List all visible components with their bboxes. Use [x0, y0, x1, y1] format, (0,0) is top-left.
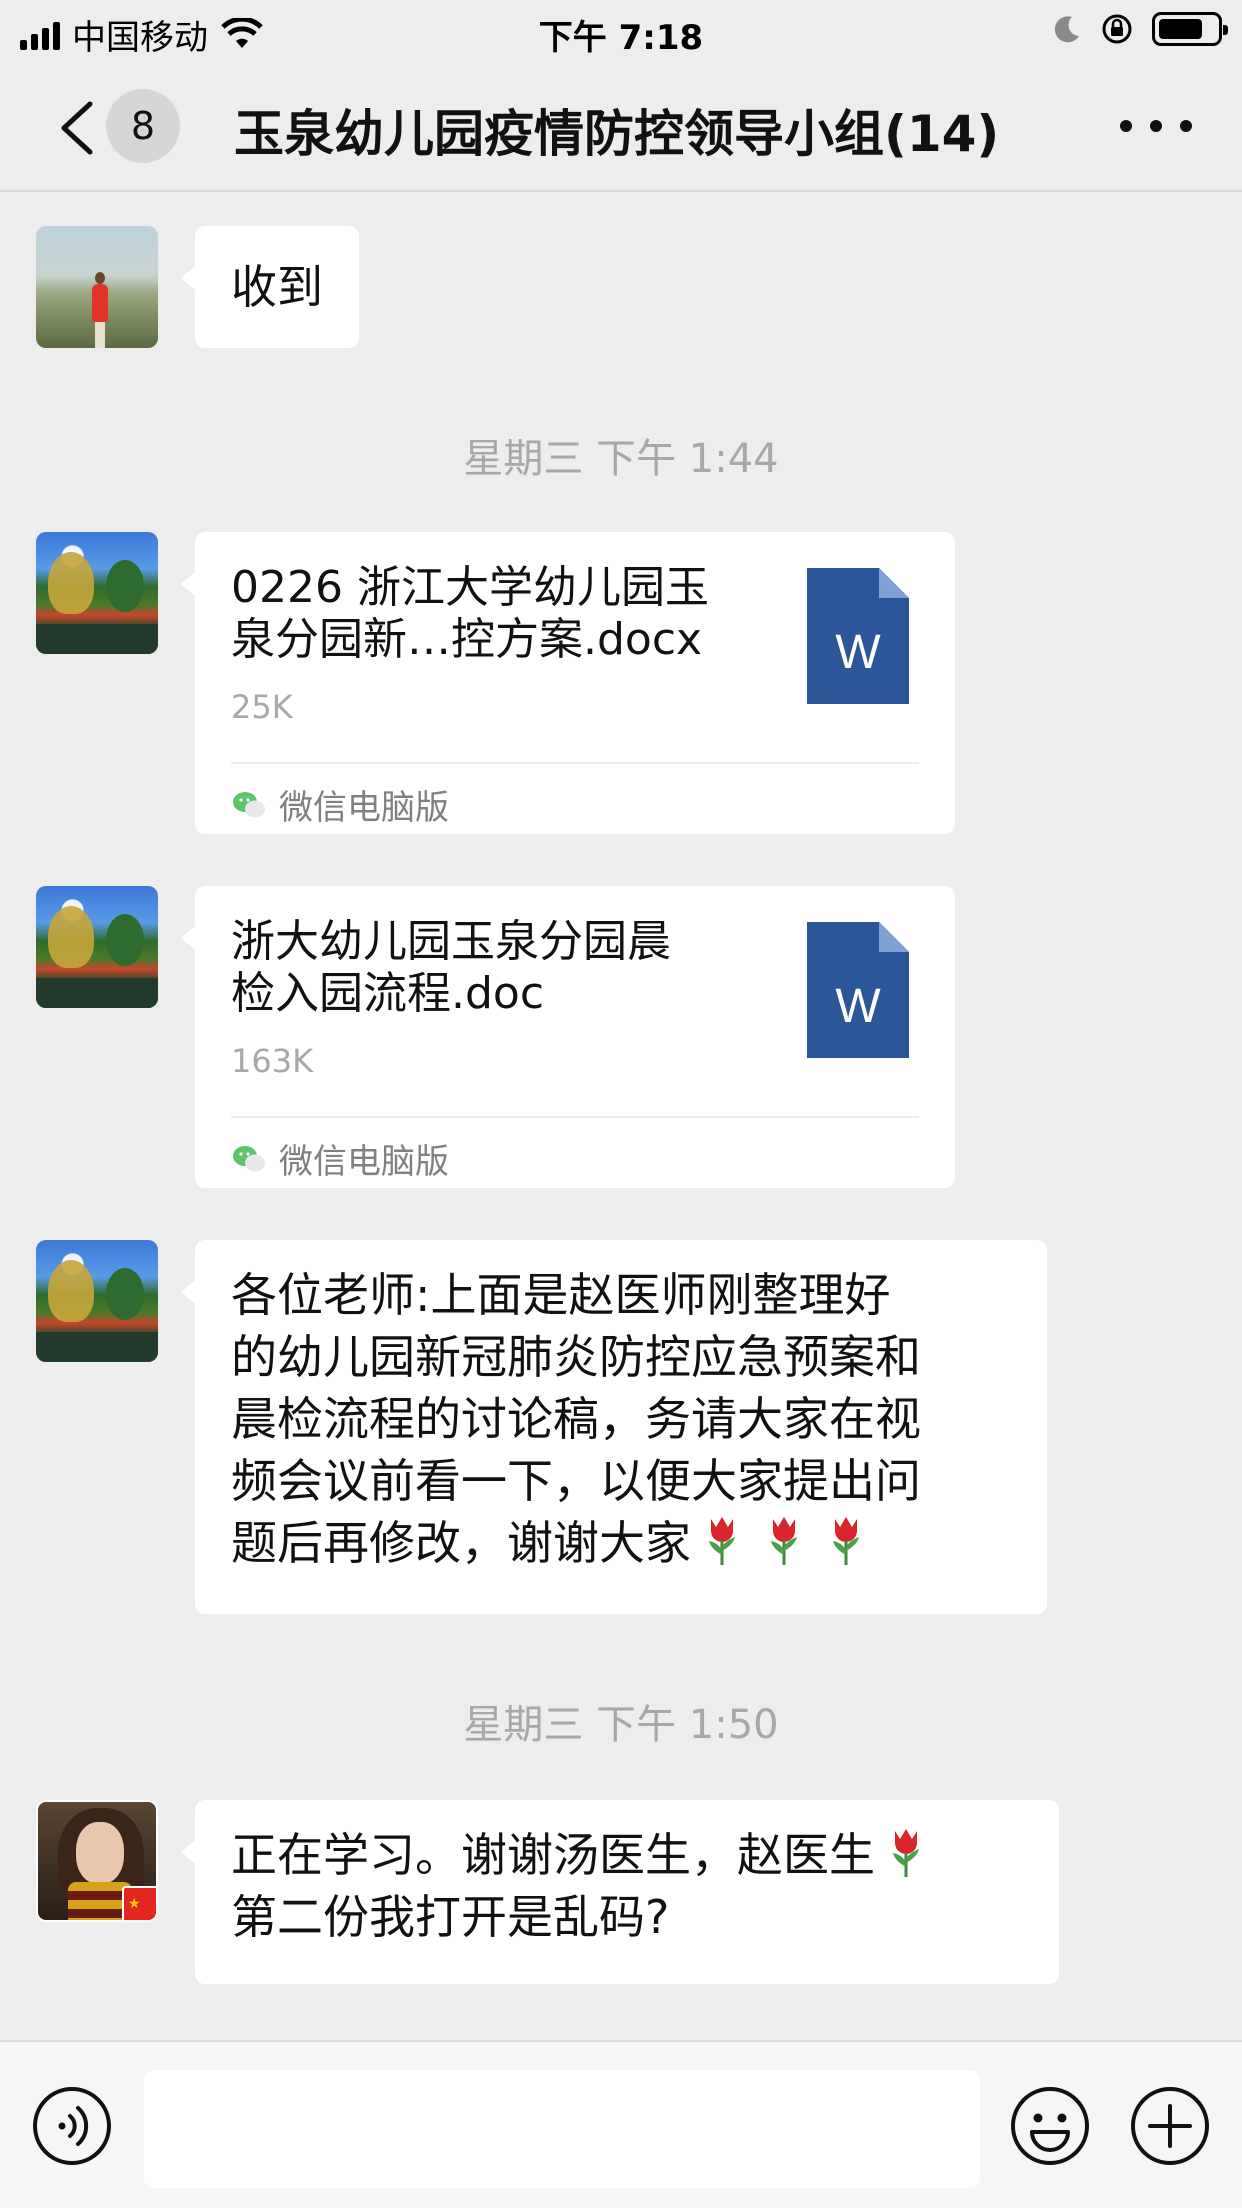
unread-count-badge[interactable]: 8	[106, 89, 180, 163]
message-line-last: 题后再修改，谢谢大家	[231, 1512, 1011, 1574]
message-line: 正在学习。谢谢汤医生，赵医生	[231, 1828, 875, 1882]
file-name: 0226 浙江大学幼儿园玉 泉分园新…控方案.docx	[231, 562, 751, 666]
avatar[interactable]	[36, 1240, 158, 1362]
file-name: 浙大幼儿园玉泉分园晨 检入园流程.doc	[231, 916, 751, 1020]
status-bar: 中国移动 下午 7:18	[0, 0, 1242, 62]
divider	[231, 762, 919, 764]
tulip-emoji-icon	[709, 1517, 735, 1565]
file-source-label: 微信电脑版	[279, 1142, 449, 1182]
message-input[interactable]	[144, 2070, 980, 2188]
file-source-label: 微信电脑版	[279, 788, 449, 828]
svg-text:W: W	[835, 980, 881, 1033]
file-source: 微信电脑版	[231, 1134, 449, 1183]
tulip-emoji-icon	[893, 1829, 919, 1877]
more-options-icon[interactable]	[1120, 104, 1192, 148]
voice-icon[interactable]	[32, 2086, 112, 2166]
message-timestamp: 星期三 下午 1:50	[463, 1702, 779, 1748]
message-line-first: 正在学习。谢谢汤医生，赵医生	[231, 1824, 1023, 1886]
message-bubble[interactable]: 正在学习。谢谢汤医生，赵医生 第二份我打开是乱码?	[181, 1800, 1059, 1984]
file-size: 163K	[231, 1042, 314, 1080]
file-message-bubble[interactable]: 浙大幼儿园玉泉分园晨 检入园流程.doc 163K W 微信电脑版	[181, 886, 955, 1188]
file-size: 25K	[231, 688, 293, 726]
svg-text:W: W	[835, 626, 881, 679]
message-line: 题后再修改，谢谢大家	[231, 1516, 691, 1570]
avatar[interactable]	[36, 226, 158, 348]
avatar[interactable]	[36, 532, 158, 654]
message-line: 的幼儿园新冠肺炎防控应急预案和	[231, 1330, 921, 1384]
plus-icon[interactable]	[1130, 2086, 1210, 2166]
file-name-line: 0226 浙江大学幼儿园玉	[231, 562, 709, 613]
message-timestamp: 星期三 下午 1:44	[463, 436, 779, 482]
message-line: 各位老师:上面是赵医师刚整理好	[231, 1268, 891, 1322]
wechat-icon	[233, 791, 265, 817]
file-name-line: 检入园流程.doc	[231, 968, 545, 1019]
status-right	[1052, 12, 1228, 46]
file-message-bubble[interactable]: 0226 浙江大学幼儿园玉 泉分园新…控方案.docx 25K W 微信电脑版	[181, 532, 955, 834]
avatar[interactable]: ★	[36, 1800, 158, 1922]
emoji-icon[interactable]	[1010, 2086, 1090, 2166]
tulip-emoji-icon	[771, 1517, 797, 1565]
nav-bar: 8 玉泉幼儿园疫情防控领导小组(14)	[0, 62, 1242, 192]
word-file-icon: W	[807, 568, 909, 704]
avatar[interactable]	[36, 886, 158, 1008]
message-line: 第二份我打开是乱码?	[231, 1890, 670, 1944]
message-text: 收到	[231, 260, 323, 314]
message-bubble[interactable]: 收到	[181, 226, 359, 348]
moon-icon	[1054, 16, 1079, 43]
message-line: 晨检流程的讨论稿，务请大家在视	[231, 1392, 921, 1446]
back-chevron-icon[interactable]	[52, 98, 108, 158]
battery-icon	[1152, 12, 1228, 46]
file-source: 微信电脑版	[231, 780, 449, 829]
flag-icon: ★	[122, 1886, 156, 1920]
word-file-icon: W	[807, 922, 909, 1058]
message-line: 频会议前看一下，以便大家提出问	[231, 1454, 921, 1508]
chat-title: 玉泉幼儿园疫情防控领导小组(14)	[234, 105, 1000, 163]
input-bar	[0, 2040, 1242, 2208]
file-name-line: 浙大幼儿园玉泉分园晨	[231, 916, 671, 967]
tulip-emoji-icon	[833, 1517, 859, 1565]
message-bubble[interactable]: 各位老师:上面是赵医师刚整理好 的幼儿园新冠肺炎防控应急预案和 晨检流程的讨论稿…	[181, 1240, 1047, 1614]
divider	[231, 1116, 919, 1118]
file-name-line: 泉分园新…控方案.docx	[231, 614, 703, 665]
wechat-icon	[233, 1145, 265, 1171]
rotation-lock-icon	[1102, 14, 1132, 44]
